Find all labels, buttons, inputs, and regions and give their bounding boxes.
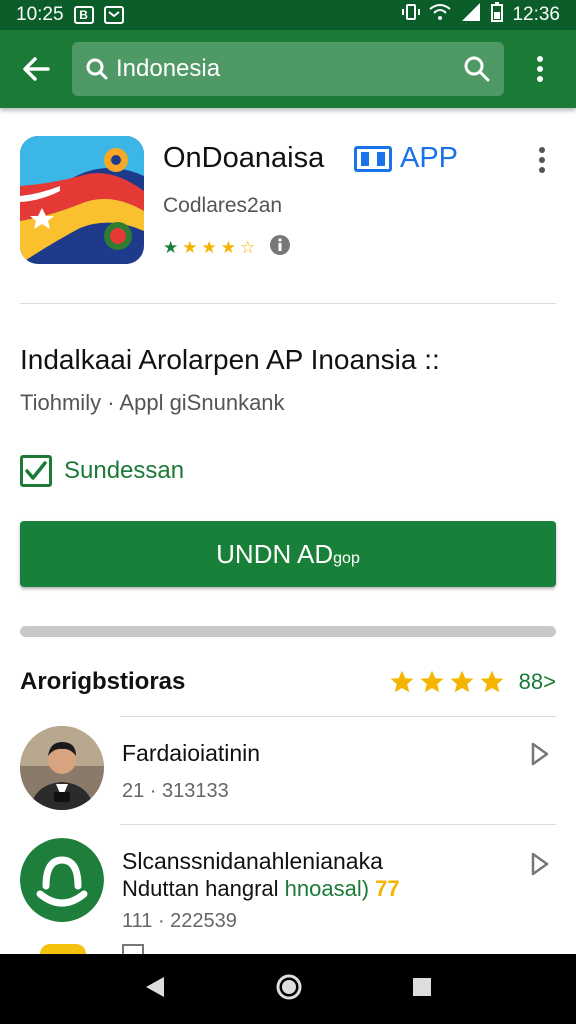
more-vertical-icon — [537, 56, 543, 82]
install-label: UNDN AD — [216, 538, 334, 569]
vibrate-icon — [402, 3, 421, 27]
avatar-partial — [40, 944, 86, 954]
signal-icon — [460, 3, 482, 27]
star-icon: ★ — [182, 237, 198, 257]
checkbox-row[interactable]: Sundessan — [20, 455, 184, 487]
app-title: OnDoanaisa — [163, 142, 325, 174]
nav-home-button[interactable] — [275, 973, 303, 1006]
wifi-icon — [429, 3, 452, 27]
app-type-badge: APP — [354, 142, 458, 175]
search-box[interactable]: Indonesia — [72, 42, 504, 96]
app-developer[interactable]: Codlares2an — [163, 194, 282, 218]
search-icon — [86, 58, 108, 80]
app-icon[interactable] — [20, 136, 144, 264]
review-text-number: 77 — [369, 876, 400, 901]
star-icon — [450, 670, 474, 693]
notification-b-icon: B — [73, 6, 94, 24]
star-icon: ★ — [201, 237, 217, 257]
install-button[interactable]: UNDN ADgop — [20, 521, 556, 587]
divider — [20, 303, 556, 304]
play-button[interactable] — [530, 742, 550, 771]
avatar — [20, 726, 104, 810]
play-icon — [531, 852, 549, 876]
review-author: Fardaioiatinin — [122, 740, 261, 766]
play-icon — [531, 742, 549, 766]
app-subline: Tiohmily · Appl giSnunkank — [20, 390, 285, 415]
app-rating: ★ ★ ★ ★ ☆ — [163, 234, 291, 261]
checkbox-label: Sundessan — [64, 457, 185, 484]
status-clock: 12:36 — [512, 4, 560, 25]
triangle-back-icon — [146, 976, 165, 997]
divider — [120, 716, 556, 717]
search-submit-icon — [464, 56, 490, 82]
status-bar: 10:25 B 12:36 — [0, 0, 576, 30]
square-recents-icon — [412, 977, 431, 996]
back-button[interactable] — [0, 30, 72, 108]
review-meta: 21 · 313133 — [122, 780, 229, 802]
star-icon — [390, 670, 414, 693]
app-headline: Indalkaai Arolarpen AP Inoansia :: — [20, 344, 440, 375]
check-icon — [25, 461, 47, 480]
more-vertical-icon — [539, 147, 545, 173]
progress-bar — [20, 626, 556, 637]
review-text: Nduttan hangral hnoasal) 77 — [122, 876, 400, 902]
review-meta-icon — [122, 944, 144, 954]
divider — [120, 824, 556, 825]
home-circle-icon — [276, 974, 302, 999]
nav-recents-button[interactable] — [412, 977, 432, 1002]
status-time: 10:25 — [16, 4, 64, 25]
overflow-menu-button[interactable] — [504, 30, 576, 108]
star-icon: ★ — [163, 237, 179, 257]
app-bar: Indonesia — [0, 30, 576, 108]
install-label-suffix: gop — [333, 549, 360, 567]
star-icon: ★ — [220, 237, 236, 257]
review-text-highlight: hnoasal) — [284, 876, 370, 901]
checkbox[interactable] — [20, 455, 52, 487]
star-icon — [420, 670, 444, 693]
reviews-count-link[interactable]: 88> — [519, 669, 556, 695]
info-icon[interactable] — [269, 234, 291, 261]
notification-message-icon — [103, 6, 124, 24]
app-menu-button[interactable] — [538, 146, 546, 179]
progress-fill — [20, 626, 556, 637]
battery-icon — [491, 2, 504, 28]
search-query[interactable]: Indonesia — [116, 55, 464, 83]
app-type-label: APP — [400, 142, 459, 174]
avatar — [20, 838, 104, 922]
star-half-icon: ☆ — [240, 237, 256, 257]
review-author: Slcanssnidanahlenianaka — [122, 848, 383, 874]
play-button[interactable] — [530, 852, 550, 881]
reviews-header[interactable]: Arorigbstioras 88> — [20, 664, 556, 700]
review-text-part: Nduttan hangral — [122, 876, 285, 901]
system-nav-bar — [0, 954, 576, 1024]
book-icon — [354, 145, 392, 172]
reviews-stars — [389, 669, 505, 695]
nav-back-button[interactable] — [144, 975, 166, 1004]
reviews-title: Arorigbstioras — [20, 668, 186, 695]
star-icon — [480, 670, 504, 693]
arrow-left-icon — [23, 57, 50, 81]
review-meta: 111 · 222539 — [122, 910, 237, 932]
